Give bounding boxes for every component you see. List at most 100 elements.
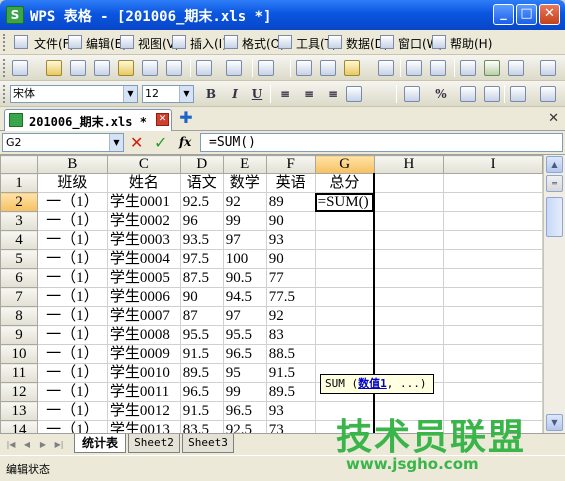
- toolbar-grip[interactable]: [3, 85, 7, 103]
- tooltip-argument[interactable]: 数值1: [358, 377, 387, 390]
- underline-button[interactable]: U: [248, 86, 266, 102]
- cell-i2[interactable]: [443, 192, 543, 212]
- open-folder-icon[interactable]: [46, 60, 62, 76]
- decrease-decimal-icon[interactable]: [460, 86, 476, 102]
- column-header-e[interactable]: E: [222, 155, 267, 174]
- cell-e10[interactable]: 96.5: [222, 344, 267, 364]
- cell-d2[interactable]: 92.5: [179, 192, 224, 212]
- vertical-scrollbar[interactable]: ▲ ═ ▼: [543, 155, 565, 433]
- column-header-c[interactable]: C: [106, 155, 181, 174]
- cell-g1[interactable]: 总分: [314, 173, 376, 193]
- row-header[interactable]: 11: [0, 363, 38, 383]
- cut-icon[interactable]: [320, 60, 336, 76]
- cell-c12[interactable]: 学生0011: [106, 382, 181, 402]
- cell-d9[interactable]: 95.5: [179, 325, 224, 345]
- print-preview-icon[interactable]: [94, 60, 110, 76]
- cell-c10[interactable]: 学生0009: [106, 344, 181, 364]
- cell-g4[interactable]: [314, 230, 376, 250]
- row-header[interactable]: 13: [0, 401, 38, 421]
- row-header[interactable]: 2: [0, 192, 38, 212]
- cell-d8[interactable]: 87: [179, 306, 224, 326]
- menu-insert[interactable]: 插入(I): [190, 35, 227, 52]
- new-tab-icon[interactable]: ✚: [178, 110, 194, 127]
- cell-b11[interactable]: 一（1）: [36, 363, 108, 383]
- align-center-icon[interactable]: ≡: [300, 86, 318, 102]
- cell-e14[interactable]: 92.5: [222, 420, 267, 433]
- more-options-icon[interactable]: [540, 60, 556, 76]
- cell-i4[interactable]: [443, 230, 543, 250]
- row-header[interactable]: 12: [0, 382, 38, 402]
- cell-c11[interactable]: 学生0010: [106, 363, 181, 383]
- formula-input[interactable]: =SUM(): [200, 133, 563, 152]
- borders-icon[interactable]: [510, 86, 526, 102]
- cell-i9[interactable]: [443, 325, 543, 345]
- column-header-d[interactable]: D: [179, 155, 224, 174]
- next-sheet-icon[interactable]: ▶: [38, 439, 48, 451]
- insert-function-icon[interactable]: [460, 60, 476, 76]
- redo-icon[interactable]: [430, 60, 446, 76]
- cell-g9[interactable]: [314, 325, 376, 345]
- undo-icon[interactable]: [406, 60, 422, 76]
- maximize-button[interactable]: □: [516, 4, 537, 25]
- cell-h7[interactable]: [373, 287, 445, 307]
- row-header[interactable]: 6: [0, 268, 38, 288]
- cell-f7[interactable]: 77.5: [265, 287, 316, 307]
- cell-b6[interactable]: 一（1）: [36, 268, 108, 288]
- row-header[interactable]: 3: [0, 211, 38, 231]
- cell-e7[interactable]: 94.5: [222, 287, 267, 307]
- cell-c2[interactable]: 学生0001: [106, 192, 181, 212]
- column-header-f[interactable]: F: [265, 155, 316, 174]
- cell-e11[interactable]: 95: [222, 363, 267, 383]
- cell-h1[interactable]: [373, 173, 445, 193]
- row-header[interactable]: 5: [0, 249, 38, 269]
- cell-d13[interactable]: 91.5: [179, 401, 224, 421]
- menu-grip[interactable]: [3, 34, 7, 51]
- cell-h2[interactable]: [373, 192, 445, 212]
- cell-f6[interactable]: 77: [265, 268, 316, 288]
- minimize-button[interactable]: _: [493, 4, 514, 25]
- percent-icon[interactable]: %: [432, 86, 450, 102]
- cell-c9[interactable]: 学生0008: [106, 325, 181, 345]
- cell-e5[interactable]: 100: [222, 249, 267, 269]
- cell-b3[interactable]: 一（1）: [36, 211, 108, 231]
- preview-icon[interactable]: [226, 60, 242, 76]
- close-document-icon[interactable]: ✕: [548, 111, 559, 126]
- mail-icon[interactable]: [166, 60, 182, 76]
- cell-c1[interactable]: 姓名: [106, 173, 181, 193]
- new-file-icon[interactable]: [12, 60, 28, 76]
- cell-f8[interactable]: 92: [265, 306, 316, 326]
- column-header-i[interactable]: I: [443, 155, 543, 174]
- split-handle[interactable]: ═: [546, 175, 563, 192]
- cell-c7[interactable]: 学生0006: [106, 287, 181, 307]
- cell-g3[interactable]: [314, 211, 376, 231]
- row-header[interactable]: 9: [0, 325, 38, 345]
- cell-i8[interactable]: [443, 306, 543, 326]
- cell-d6[interactable]: 87.5: [179, 268, 224, 288]
- cell-f12[interactable]: 89.5: [265, 382, 316, 402]
- cell-d7[interactable]: 90: [179, 287, 224, 307]
- scroll-up-icon[interactable]: ▲: [546, 156, 563, 173]
- cell-c3[interactable]: 学生0002: [106, 211, 181, 231]
- permission-icon[interactable]: [118, 60, 134, 76]
- cell-c14[interactable]: 学生0013: [106, 420, 181, 433]
- sheet-tab-stats[interactable]: 统计表: [74, 434, 126, 453]
- cell-i12[interactable]: [443, 382, 543, 402]
- scroll-thumb[interactable]: [546, 197, 563, 237]
- cell-b4[interactable]: 一（1）: [36, 230, 108, 250]
- cell-g8[interactable]: [314, 306, 376, 326]
- cell-h9[interactable]: [373, 325, 445, 345]
- cell-b1[interactable]: 班级: [36, 173, 108, 193]
- cell-i11[interactable]: [443, 363, 543, 383]
- menu-help[interactable]: 帮助(H): [450, 35, 492, 52]
- cell-g7[interactable]: [314, 287, 376, 307]
- cell-g2[interactable]: =SUM(): [314, 192, 376, 212]
- spreadsheet-grid[interactable]: BCDEFGHI 1 班级 姓名 语文 数学 英语 总分 2 一（1） 学生0001 92.5 92 8…: [0, 155, 543, 433]
- cell-h8[interactable]: [373, 306, 445, 326]
- cell-c13[interactable]: 学生0012: [106, 401, 181, 421]
- close-button[interactable]: ✕: [539, 4, 560, 25]
- cell-f5[interactable]: 90: [265, 249, 316, 269]
- cell-f14[interactable]: 73: [265, 420, 316, 433]
- prev-sheet-icon[interactable]: ◀: [22, 439, 32, 451]
- italic-button[interactable]: I: [226, 86, 244, 102]
- copy-icon[interactable]: [296, 60, 312, 76]
